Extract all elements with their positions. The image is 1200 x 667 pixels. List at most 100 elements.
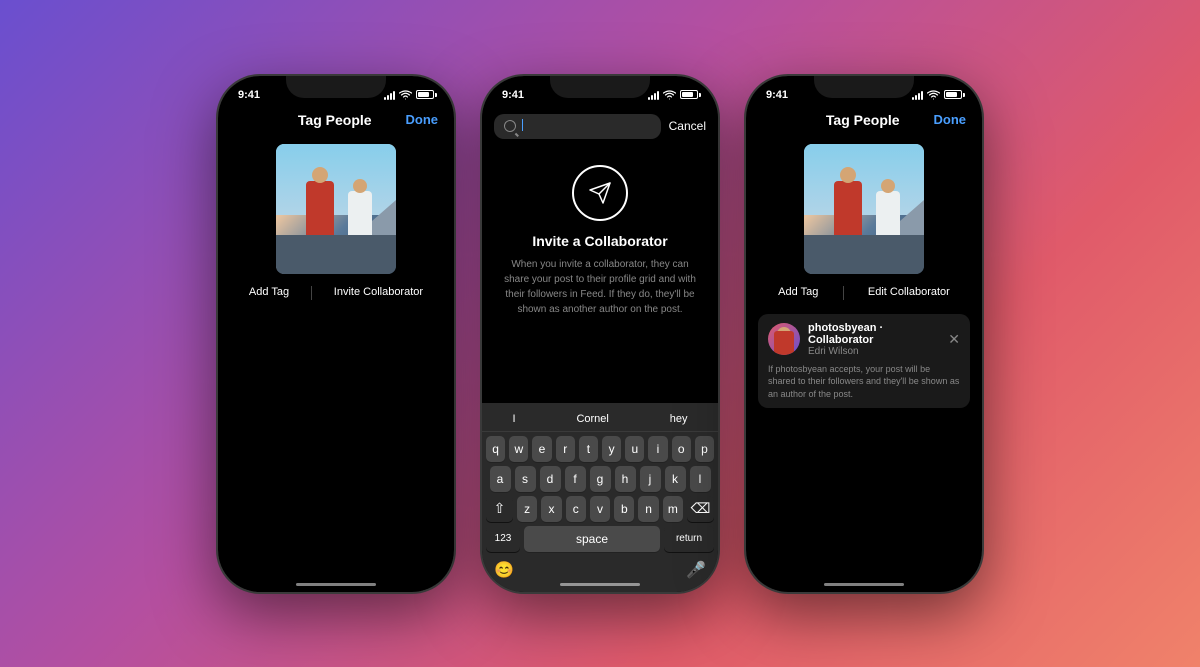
action-buttons-3: Add Tag Edit Collaborator — [746, 278, 982, 308]
nav-title-3: Tag People — [826, 112, 900, 128]
cursor — [522, 119, 523, 131]
notch-3 — [814, 76, 914, 98]
autocomplete-bar: I Cornel hey — [482, 407, 718, 432]
collaborator-info: photosbyean · Collaborator Edri Wilson — [808, 322, 940, 357]
add-tag-button-1[interactable]: Add Tag — [249, 286, 289, 300]
key-v[interactable]: v — [590, 496, 610, 522]
nav-bar-3: Tag People Done — [746, 108, 982, 136]
keyboard-row-1: q w e r t y u i o p — [482, 436, 718, 462]
collaborator-header: photosbyean · Collaborator Edri Wilson ✕ — [768, 322, 960, 357]
photo-person2-3 — [876, 191, 900, 241]
key-s[interactable]: s — [515, 466, 536, 492]
close-collaborator-button[interactable]: ✕ — [948, 331, 960, 348]
key-f[interactable]: f — [565, 466, 586, 492]
notch-2 — [550, 76, 650, 98]
search-input-wrap[interactable] — [494, 114, 661, 139]
key-p[interactable]: p — [695, 436, 714, 462]
key-e[interactable]: e — [532, 436, 551, 462]
autocomplete-word-1[interactable]: I — [504, 411, 523, 427]
action-buttons-1: Add Tag Invite Collaborator — [218, 278, 454, 308]
wifi-icon-2 — [663, 90, 676, 100]
autocomplete-word-2[interactable]: Cornel — [568, 411, 616, 427]
key-o[interactable]: o — [672, 436, 691, 462]
key-l[interactable]: l — [690, 466, 711, 492]
photo-person1 — [306, 181, 334, 241]
photo-person1-3 — [834, 181, 862, 241]
collaborator-username: photosbyean · Collaborator — [808, 322, 940, 346]
phone-1-screen: 9:41 Tag People Done — [218, 76, 454, 592]
home-indicator-2 — [560, 583, 640, 586]
phone-2: 9:41 — [480, 74, 720, 594]
add-tag-button-3[interactable]: Add Tag — [778, 286, 818, 300]
key-x[interactable]: x — [541, 496, 561, 522]
key-j[interactable]: j — [640, 466, 661, 492]
invite-icon — [572, 165, 628, 221]
numbers-key[interactable]: 123 — [486, 526, 520, 552]
emoji-icon[interactable]: 😊 — [494, 560, 514, 580]
invite-section: Invite a Collaborator When you invite a … — [482, 145, 718, 327]
key-g[interactable]: g — [590, 466, 611, 492]
nav-bar-1: Tag People Done — [218, 108, 454, 136]
key-r[interactable]: r — [556, 436, 575, 462]
keyboard-row-2: a s d f g h j k l — [482, 466, 718, 492]
keyboard-row-4: 123 space return — [482, 526, 718, 552]
autocomplete-word-3[interactable]: hey — [662, 411, 696, 427]
key-u[interactable]: u — [625, 436, 644, 462]
photo-thumbnail-3 — [804, 144, 924, 274]
status-time-3: 9:41 — [766, 89, 788, 101]
key-t[interactable]: t — [579, 436, 598, 462]
done-button-1[interactable]: Done — [406, 112, 439, 127]
collaborator-avatar — [768, 323, 800, 355]
space-key[interactable]: space — [524, 526, 660, 552]
status-icons-2 — [648, 90, 698, 100]
done-button-3[interactable]: Done — [934, 112, 967, 127]
photo-container-3 — [746, 136, 982, 278]
keyboard: I Cornel hey q w e r t y u i o p a s — [482, 403, 718, 592]
phone-2-screen: 9:41 — [482, 76, 718, 592]
status-icons-3 — [912, 90, 962, 100]
return-key[interactable]: return — [664, 526, 714, 552]
photo-ground-3 — [804, 235, 924, 274]
collaborator-description: If photosbyean accepts, your post will b… — [768, 363, 960, 401]
key-h[interactable]: h — [615, 466, 636, 492]
battery-icon-3 — [944, 90, 962, 99]
send-icon — [588, 181, 612, 205]
key-d[interactable]: d — [540, 466, 561, 492]
invite-collaborator-button-1[interactable]: Invite Collaborator — [334, 286, 423, 300]
signal-icon-3 — [912, 90, 923, 100]
photo-thumbnail-1 — [276, 144, 396, 274]
key-w[interactable]: w — [509, 436, 528, 462]
key-a[interactable]: a — [490, 466, 511, 492]
key-z[interactable]: z — [517, 496, 537, 522]
edit-collaborator-button-3[interactable]: Edit Collaborator — [868, 286, 950, 300]
divider-3 — [843, 286, 844, 300]
phone-3: 9:41 Tag People Done — [744, 74, 984, 594]
delete-key[interactable]: ⌫ — [687, 496, 714, 522]
mic-icon[interactable]: 🎤 — [686, 560, 706, 580]
status-icons-1 — [384, 90, 434, 100]
status-time-1: 9:41 — [238, 89, 260, 101]
search-input-2[interactable] — [522, 119, 523, 134]
wifi-icon-3 — [927, 90, 940, 100]
key-q[interactable]: q — [486, 436, 505, 462]
key-i[interactable]: i — [648, 436, 667, 462]
key-c[interactable]: c — [566, 496, 586, 522]
battery-icon-1 — [416, 90, 434, 99]
signal-icon-1 — [384, 90, 395, 100]
key-y[interactable]: y — [602, 436, 621, 462]
signal-icon-2 — [648, 90, 659, 100]
key-m[interactable]: m — [663, 496, 683, 522]
battery-icon-2 — [680, 90, 698, 99]
divider-1 — [311, 286, 312, 300]
home-indicator-3 — [824, 583, 904, 586]
nav-title-1: Tag People — [298, 112, 372, 128]
key-k[interactable]: k — [665, 466, 686, 492]
key-b[interactable]: b — [614, 496, 634, 522]
invite-description: When you invite a collaborator, they can… — [502, 257, 698, 317]
key-n[interactable]: n — [638, 496, 658, 522]
phone-1: 9:41 Tag People Done — [216, 74, 456, 594]
collaborator-card: photosbyean · Collaborator Edri Wilson ✕… — [758, 314, 970, 409]
cancel-button-2[interactable]: Cancel — [669, 119, 706, 133]
shift-key[interactable]: ⇧ — [486, 496, 513, 522]
keyboard-row-3: ⇧ z x c v b n m ⌫ — [482, 496, 718, 522]
